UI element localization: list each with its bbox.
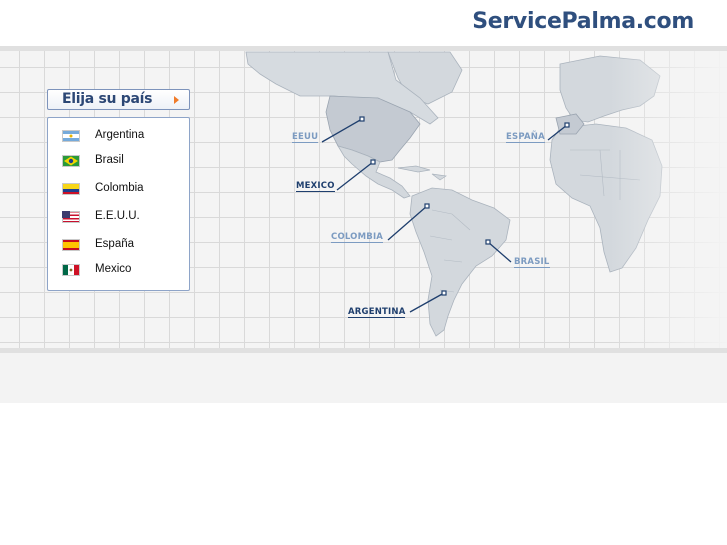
usa-marker xyxy=(359,116,365,122)
map-label-colombia[interactable]: COLOMBIA xyxy=(331,232,384,243)
map-label-eeuu[interactable]: EEUU xyxy=(292,132,319,143)
map-label-espana[interactable]: ESPAÑA xyxy=(506,132,545,143)
argentina-marker xyxy=(441,290,447,296)
spain-marker xyxy=(564,122,570,128)
map-label-mexico[interactable]: MEXICO xyxy=(296,181,335,192)
country-name: Brasil xyxy=(95,154,124,166)
argentina-flag-icon xyxy=(62,130,80,142)
country-name: España xyxy=(95,238,135,250)
spain-flag-icon xyxy=(62,239,80,251)
country-selector-header[interactable]: Elija su país xyxy=(47,89,190,110)
country-item-brasil[interactable]: Brasil xyxy=(48,150,189,172)
caribbean-shape xyxy=(397,165,447,181)
brazil-marker xyxy=(485,239,491,245)
map-label-brasil[interactable]: BRASIL xyxy=(514,257,550,268)
country-list: Argentina Brasil Colombia E.E.U.U. Españ… xyxy=(47,117,190,291)
country-name: Colombia xyxy=(95,182,144,194)
country-name: E.E.U.U. xyxy=(95,210,140,222)
country-item-espana[interactable]: España xyxy=(48,234,189,256)
country-item-colombia[interactable]: Colombia xyxy=(48,178,189,200)
country-name: Argentina xyxy=(95,129,145,141)
mexico-flag-icon xyxy=(62,264,80,276)
country-item-argentina[interactable]: Argentina xyxy=(48,125,189,147)
footer-band xyxy=(0,353,727,403)
mexico-marker xyxy=(370,159,376,165)
triangle-right-icon xyxy=(174,96,179,104)
colombia-flag-icon xyxy=(62,183,80,195)
colombia-marker xyxy=(424,203,430,209)
country-name: Mexico xyxy=(95,263,132,275)
map-label-argentina[interactable]: ARGENTINA xyxy=(348,307,406,318)
site-logo[interactable]: ServicePalma.com xyxy=(472,9,694,34)
header: ServicePalma.com xyxy=(0,0,727,46)
brazil-flag-icon xyxy=(62,155,80,167)
usa-flag-icon xyxy=(62,211,80,223)
country-selector-title: Elija su país xyxy=(62,91,153,107)
country-item-mexico[interactable]: Mexico xyxy=(48,259,189,281)
country-item-eeuu[interactable]: E.E.U.U. xyxy=(48,206,189,228)
